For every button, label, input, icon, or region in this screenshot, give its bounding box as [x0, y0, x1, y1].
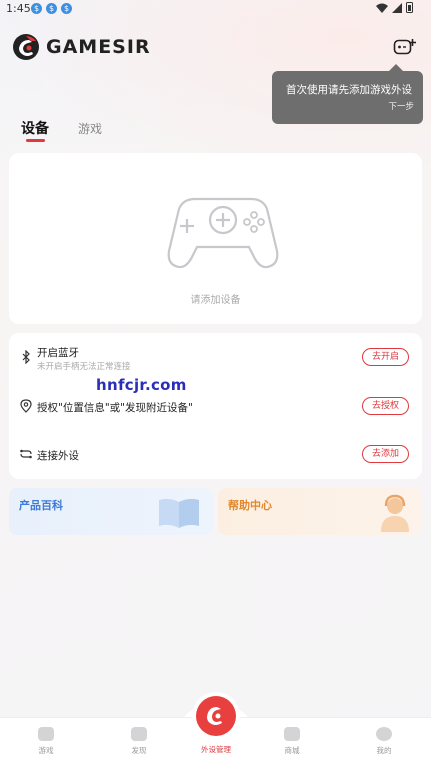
support-agent-icon: [381, 494, 409, 532]
profile-icon: [376, 727, 392, 741]
watermark-text: hnfcjr.com: [96, 376, 187, 394]
wifi-icon: [376, 3, 388, 13]
help-center-title: 帮助中心: [228, 499, 272, 512]
add-gamepad-icon[interactable]: [165, 193, 281, 273]
tab-games[interactable]: 游戏: [78, 120, 102, 137]
signal-icon: [392, 2, 402, 13]
notification-icon: $: [46, 3, 57, 14]
authorize-location-button[interactable]: 去授权: [362, 397, 409, 415]
nav-discover-label: 发现: [131, 746, 147, 755]
help-center-card[interactable]: 帮助中心: [218, 488, 422, 535]
nav-games-label: 游戏: [38, 746, 54, 755]
status-bar: 1:45 $ $ $: [0, 0, 431, 18]
product-encyclopedia-card[interactable]: 产品百科: [9, 488, 213, 535]
location-title: 授权"位置信息"或"发现附近设备": [37, 402, 193, 414]
add-peripheral-button[interactable]: 去添加: [362, 445, 409, 463]
nav-shop-label: 商城: [284, 746, 300, 755]
book-icon: [159, 498, 199, 528]
add-device-icon[interactable]: [393, 38, 417, 58]
brand-name: GAMESIR: [46, 36, 151, 58]
search-icon: [131, 727, 147, 741]
device-card[interactable]: 请添加设备: [9, 153, 422, 324]
tab-indicator: [26, 139, 45, 142]
nav-device-manager[interactable]: [196, 696, 236, 736]
link-icon: [20, 449, 32, 459]
gamepad-icon: [38, 727, 54, 741]
empty-device-label: 请添加设备: [190, 295, 241, 306]
gamesir-nav-icon: [207, 707, 222, 725]
notification-icon: $: [61, 3, 72, 14]
enable-bluetooth-button[interactable]: 去开启: [362, 348, 409, 366]
nav-profile-label: 我的: [376, 746, 392, 755]
onboarding-tooltip: 首次使用请先添加游戏外设 下一步: [272, 64, 423, 124]
product-encyclopedia-title: 产品百科: [19, 499, 63, 512]
gamesir-logo-icon: [13, 34, 39, 60]
bluetooth-subtitle: 未开启手柄无法正常连接: [37, 362, 131, 372]
bluetooth-title: 开启蓝牙: [37, 347, 79, 359]
notification-icon: $: [31, 3, 42, 14]
tooltip-next-button[interactable]: 下一步: [388, 100, 414, 112]
shop-icon: [284, 727, 300, 741]
status-time: 1:45: [6, 2, 31, 15]
gamesir-logo: GAMESIR: [12, 33, 151, 61]
nav-device-manager-label[interactable]: 外设管理: [186, 744, 246, 755]
location-icon: [20, 399, 32, 413]
bluetooth-icon: [22, 350, 30, 364]
setup-steps-card: 开启蓝牙 未开启手柄无法正常连接 去开启 授权"位置信息"或"发现附近设备" 去…: [9, 333, 422, 479]
connect-title: 连接外设: [37, 450, 79, 462]
tab-devices[interactable]: 设备: [21, 118, 49, 138]
tooltip-text: 首次使用请先添加游戏外设: [286, 84, 412, 96]
battery-icon: [406, 2, 413, 13]
